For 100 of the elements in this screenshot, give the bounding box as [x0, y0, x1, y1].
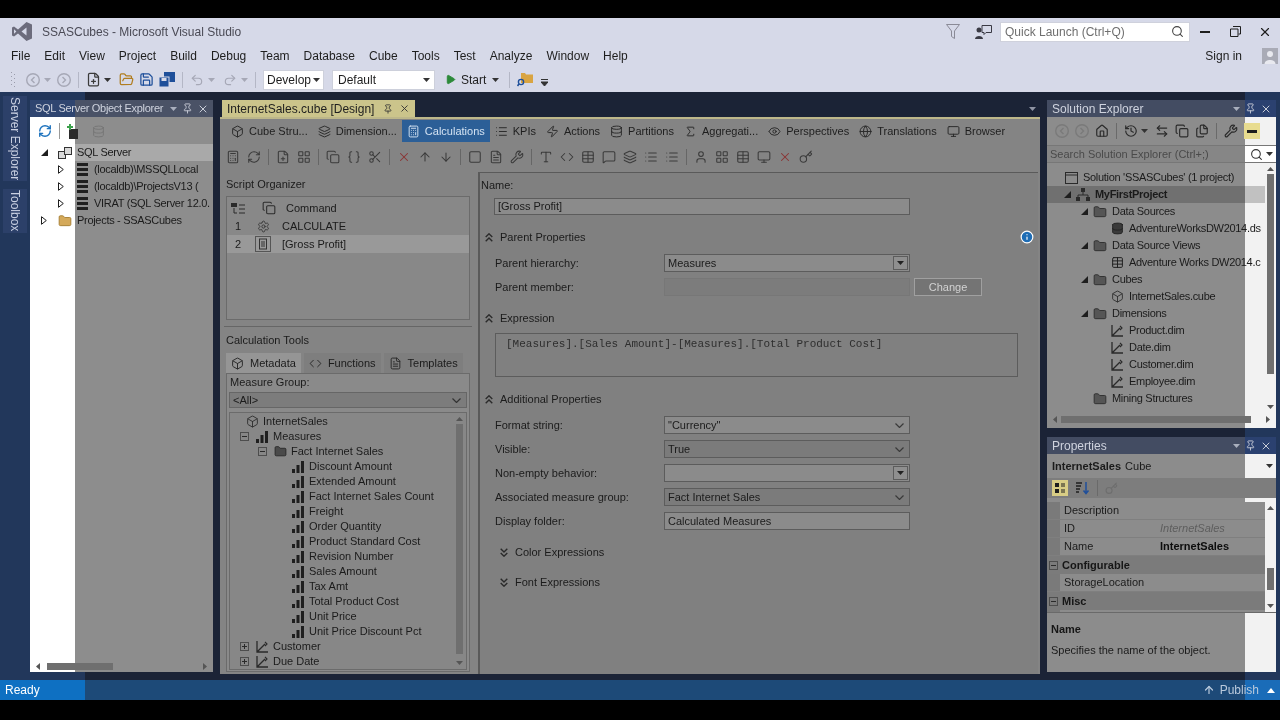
new-project-icon[interactable] [86, 72, 101, 87]
dropdown[interactable]: <All> [229, 392, 467, 408]
collapsed-arrow-icon[interactable] [41, 216, 47, 225]
tree-item[interactable]: Order Quantity [230, 519, 454, 534]
caret-up-icon[interactable] [1267, 687, 1275, 693]
overflow-icon[interactable] [541, 79, 549, 86]
designer-tab[interactable]: KPIs [489, 120, 541, 142]
menu-item[interactable]: Project [111, 46, 164, 66]
side-tab[interactable]: Server Explorer [3, 96, 27, 182]
files-icon[interactable] [1195, 124, 1209, 138]
sort-icon[interactable] [1074, 480, 1090, 496]
designer-tab[interactable]: Cube Stru... [226, 120, 313, 142]
tree-item[interactable]: Revision Number [230, 549, 454, 564]
caret-icon[interactable] [893, 256, 908, 270]
open-folder-icon[interactable] [119, 72, 134, 87]
caret-icon[interactable] [1233, 106, 1240, 111]
home-icon[interactable] [1095, 124, 1109, 138]
section-header[interactable]: Expression [485, 309, 555, 327]
scrollbar-thumb[interactable] [1267, 174, 1274, 374]
tree-item[interactable]: VIRAT (SQL Server 12.0. [30, 195, 213, 212]
tree-item[interactable]: Data Source Views [1047, 237, 1265, 254]
categorized-icon[interactable] [1052, 480, 1068, 496]
list-icon[interactable] [231, 202, 245, 214]
chevron-down-icon[interactable] [895, 422, 904, 428]
scrollbar-thumb[interactable] [1061, 415, 1251, 423]
menu-item[interactable]: Window [539, 46, 597, 66]
tree-item[interactable]: (localdb)\MSSQLLocal [30, 161, 213, 178]
text-icon[interactable] [539, 150, 553, 164]
save-all-icon[interactable] [159, 72, 175, 87]
wrench-icon[interactable] [1224, 124, 1238, 138]
scrollbar-thumb[interactable] [1267, 568, 1274, 590]
scroll-up-icon[interactable] [1267, 506, 1274, 510]
designer-tab[interactable]: Aggregati... [678, 120, 764, 142]
scroll-left-icon[interactable] [36, 662, 40, 670]
section-header[interactable]: Font Expressions [500, 573, 600, 591]
menu-item[interactable]: Database [296, 46, 362, 66]
delete-icon[interactable] [397, 150, 411, 164]
calculator-icon[interactable] [226, 150, 240, 164]
scissors-icon[interactable] [368, 150, 382, 164]
designer-tab[interactable]: Dimension... [312, 120, 402, 142]
category-row[interactable]: Misc [1047, 592, 1265, 610]
delete-icon[interactable] [778, 150, 792, 164]
double-chevron-down-icon[interactable] [500, 547, 508, 557]
scrollbar-thumb[interactable] [47, 662, 113, 670]
tree-item[interactable]: MyFirstProject [1047, 186, 1265, 203]
minus-box-icon[interactable] [239, 432, 249, 441]
table-icon[interactable] [736, 150, 750, 164]
caret-icon[interactable] [170, 106, 177, 111]
publish-button[interactable]: Publish [1202, 681, 1275, 699]
minus-box-icon[interactable] [257, 447, 267, 456]
table-icon[interactable] [581, 150, 595, 164]
braces-icon[interactable] [347, 150, 361, 164]
tree-item[interactable]: InternetSales [230, 414, 454, 429]
tree-item[interactable]: Fact Internet Sales Count [230, 489, 454, 504]
sync-icon[interactable] [1155, 124, 1169, 138]
filter-icon[interactable] [946, 24, 960, 39]
tree-item[interactable]: Product.dim [1047, 322, 1265, 339]
menu-item[interactable]: View [72, 46, 112, 66]
square-icon[interactable] [468, 150, 482, 164]
menu-item[interactable]: Edit [37, 46, 73, 66]
chevron-down-icon[interactable] [895, 446, 904, 452]
double-chevron-up-icon[interactable] [485, 232, 493, 242]
tree-item[interactable]: Unit Price [230, 609, 454, 624]
user-icon[interactable] [694, 150, 708, 164]
pin-icon[interactable] [1245, 103, 1256, 114]
menu-item[interactable]: Test [446, 46, 483, 66]
layers-icon[interactable] [623, 150, 637, 164]
double-chevron-down-icon[interactable] [500, 577, 508, 587]
text-field[interactable]: Calculated Measures [664, 512, 910, 530]
grid-icon[interactable] [297, 150, 311, 164]
tree-item[interactable]: Discount Amount [230, 459, 454, 474]
minus-icon[interactable] [1244, 123, 1260, 139]
tree-item[interactable]: Date.dim [1047, 339, 1265, 356]
tree-item[interactable]: Freight [230, 504, 454, 519]
add-server-icon[interactable] [67, 123, 80, 139]
minus-box-icon[interactable] [1049, 596, 1058, 606]
chevron-down-icon[interactable] [452, 397, 461, 403]
designer-tab[interactable]: Calculations [401, 120, 490, 142]
tree-item[interactable]: Sales Amount [230, 564, 454, 579]
dropdown[interactable]: True [664, 440, 910, 458]
designer-tab[interactable]: Partitions [605, 120, 679, 142]
menu-item[interactable]: Analyze [482, 46, 540, 66]
start-button[interactable]: Start [442, 69, 503, 90]
section-header[interactable]: Color Expressions [500, 543, 605, 561]
scroll-up-icon[interactable] [1267, 167, 1274, 171]
script-row[interactable]: 2 [Gross Profit] [227, 235, 469, 253]
tree-item[interactable]: Unit Price Discount Pct [230, 624, 454, 639]
tree-item[interactable]: Solution 'SSASCubes' (1 project) [1047, 169, 1265, 186]
key-icon[interactable] [799, 150, 813, 164]
comment-icon[interactable] [602, 150, 616, 164]
arrow-down-icon[interactable] [439, 150, 453, 164]
tree-item[interactable]: Total Product Cost [230, 594, 454, 609]
pin-icon[interactable] [182, 103, 193, 114]
monitor-icon[interactable] [757, 150, 771, 164]
double-chevron-up-icon[interactable] [485, 313, 493, 323]
collapsed-arrow-icon[interactable] [58, 199, 64, 208]
tree-item[interactable]: Customer [230, 639, 454, 654]
tree-item[interactable]: Measures [230, 429, 454, 444]
designer-tab[interactable]: Actions [541, 120, 606, 142]
tool-tab[interactable]: Metadata [226, 353, 301, 373]
